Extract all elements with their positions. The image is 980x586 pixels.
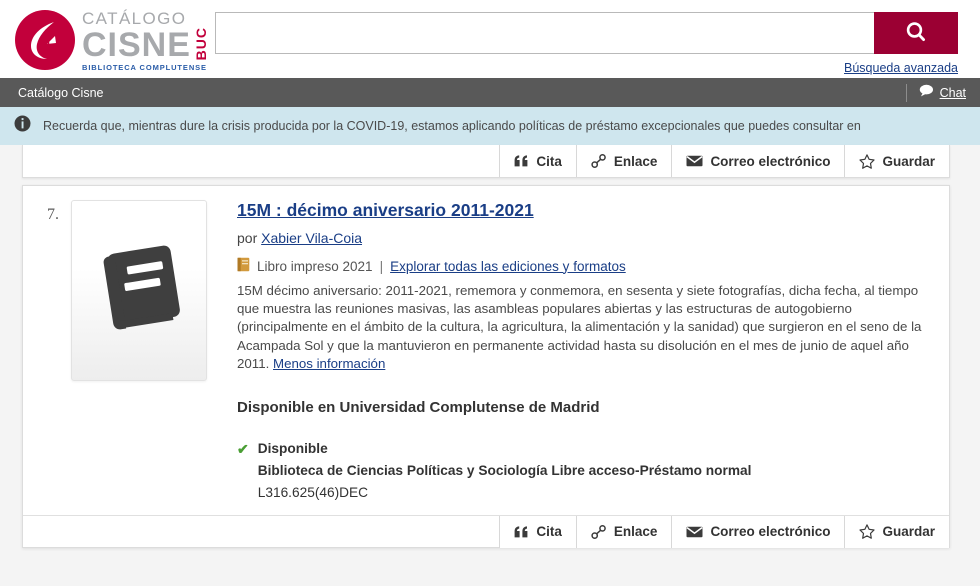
link-button[interactable]: Enlace bbox=[575, 145, 672, 177]
result-thumbnail-column bbox=[63, 200, 213, 505]
link-button[interactable]: Enlace bbox=[575, 515, 672, 548]
search-area: Búsqueda avanzada bbox=[215, 0, 980, 77]
site-logo[interactable]: CATÁLOGO CISNE BUC BIBLIOTECA COMPLUTENS… bbox=[0, 0, 215, 72]
search-button[interactable] bbox=[874, 12, 958, 54]
result-rank: 7. bbox=[47, 206, 59, 223]
covid-notice-text: Recuerda que, mientras dure la crisis pr… bbox=[43, 119, 861, 133]
save-label: Guardar bbox=[882, 524, 935, 540]
link-label: Enlace bbox=[613, 153, 658, 169]
envelope-icon bbox=[686, 526, 703, 538]
navbar-right-group: Chat bbox=[905, 78, 966, 107]
result-format-line: Libro impreso 2021 | Explorar todas las … bbox=[237, 257, 925, 275]
result-thumbnail[interactable] bbox=[71, 200, 207, 381]
cite-label: Cita bbox=[536, 524, 562, 540]
envelope-icon bbox=[686, 155, 703, 167]
quote-icon bbox=[514, 525, 529, 538]
result-card: 7. 15M: décimo aniversario 2011-2021 po… bbox=[22, 185, 950, 548]
logo-catalogo-text: CATÁLOGO bbox=[82, 9, 187, 28]
result-toolbar-bottom: Cita Enlace Correo electrónico Guardar bbox=[23, 514, 949, 548]
advanced-search-row: Búsqueda avanzada bbox=[215, 59, 958, 77]
email-button[interactable]: Correo electrónico bbox=[671, 515, 845, 548]
result-summary: 15M décimo aniversario: 2011-2021, remem… bbox=[237, 282, 925, 373]
swan-logo-icon bbox=[14, 9, 76, 71]
holding-location: Biblioteca de Ciencias Políticas y Socio… bbox=[257, 463, 752, 479]
save-button[interactable]: Guardar bbox=[844, 515, 949, 548]
logo-wordmark: CATÁLOGO CISNE BUC BIBLIOTECA COMPLUTENS… bbox=[82, 8, 209, 73]
link-icon bbox=[591, 524, 607, 539]
holding-item: ✔ Disponible Biblioteca de Ciencias Polí… bbox=[237, 438, 925, 505]
result-body: 7. 15M: décimo aniversario 2011-2021 po… bbox=[23, 186, 949, 515]
previous-result-card: Cita Enlace Correo electrónico Guardar bbox=[22, 145, 950, 178]
logo-buc-text: BUC bbox=[192, 27, 209, 61]
explore-editions-link[interactable]: Explorar todas las ediciones y formatos bbox=[390, 259, 626, 274]
search-icon bbox=[904, 20, 928, 47]
result-toolbar-top: Cita Enlace Correo electrónico Guardar bbox=[23, 145, 949, 177]
cite-button[interactable]: Cita bbox=[499, 515, 576, 548]
result-title-link[interactable]: 15M : décimo aniversario 2011-2021 bbox=[237, 200, 534, 221]
catalog-nav-title[interactable]: Catálogo Cisne bbox=[18, 86, 103, 100]
quote-icon bbox=[514, 155, 529, 167]
author-prefix: por bbox=[237, 230, 258, 246]
holding-call-number: L316.625(46)DEC bbox=[257, 485, 369, 501]
site-header: CATÁLOGO CISNE BUC BIBLIOTECA COMPLUTENS… bbox=[0, 0, 980, 78]
book-icon bbox=[87, 236, 191, 345]
navigation-bar: Catálogo Cisne Chat bbox=[0, 78, 980, 107]
result-info: 15M : décimo aniversario 2011-2021 por X… bbox=[213, 200, 935, 505]
save-label: Guardar bbox=[882, 153, 935, 169]
logo-cisne-text: CISNE bbox=[82, 26, 191, 65]
holding-status: Disponible bbox=[257, 441, 328, 457]
save-button[interactable]: Guardar bbox=[844, 145, 949, 177]
link-icon bbox=[591, 154, 607, 168]
star-icon bbox=[859, 153, 876, 169]
chat-button[interactable]: Chat bbox=[919, 84, 966, 102]
cite-button[interactable]: Cita bbox=[499, 145, 576, 177]
small-book-icon bbox=[237, 257, 250, 275]
email-label: Correo electrónico bbox=[710, 524, 831, 540]
chat-label: Chat bbox=[939, 85, 966, 100]
holding-details: Disponible Biblioteca de Ciencias Políti… bbox=[258, 438, 752, 505]
result-author-line: por Xabier Vila-Coia bbox=[237, 230, 925, 246]
email-button[interactable]: Correo electrónico bbox=[671, 145, 845, 177]
search-input[interactable] bbox=[215, 12, 874, 54]
check-icon: ✔ bbox=[237, 441, 249, 458]
less-info-link[interactable]: Menos información bbox=[273, 356, 385, 371]
advanced-search-link[interactable]: Búsqueda avanzada bbox=[844, 61, 958, 75]
cite-label: Cita bbox=[536, 153, 562, 169]
info-circle-icon bbox=[14, 115, 31, 137]
author-link[interactable]: Xabier Vila-Coia bbox=[261, 230, 362, 246]
chat-bubble-icon bbox=[919, 84, 934, 102]
search-row bbox=[215, 12, 958, 54]
covid-notice-bar: Recuerda que, mientras dure la crisis pr… bbox=[0, 107, 980, 145]
link-label: Enlace bbox=[613, 524, 658, 540]
result-format-label: Libro impreso 2021 bbox=[257, 258, 373, 274]
email-label: Correo electrónico bbox=[710, 153, 831, 169]
logo-subtitle-text: BIBLIOTECA COMPLUTENSE bbox=[82, 63, 207, 73]
format-separator: | bbox=[379, 258, 384, 274]
navbar-divider bbox=[905, 83, 907, 102]
results-content: Cita Enlace Correo electrónico Guardar 7… bbox=[0, 145, 980, 586]
availability-heading: Disponible en Universidad Complutense de… bbox=[237, 399, 600, 417]
star-icon bbox=[859, 524, 876, 539]
